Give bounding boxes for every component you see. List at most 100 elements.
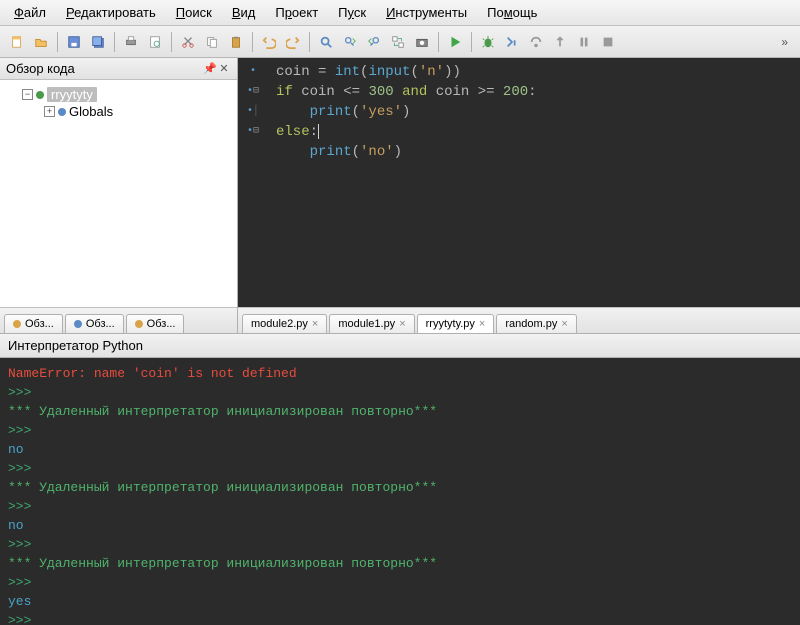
- console-line: >>>: [8, 497, 792, 516]
- close-tab-icon[interactable]: ×: [312, 318, 318, 330]
- expand-icon[interactable]: +: [44, 106, 55, 117]
- paste-button[interactable]: [225, 31, 247, 53]
- code-browser-header: Обзор кода 📌 ✕: [0, 58, 237, 80]
- copy-button[interactable]: [201, 31, 223, 53]
- toolbar-overflow[interactable]: »: [775, 35, 794, 49]
- separator: [171, 32, 172, 52]
- editor-tab[interactable]: random.py ×: [496, 314, 576, 333]
- console-line: no: [8, 516, 792, 535]
- debug-button[interactable]: [477, 31, 499, 53]
- menubar: ФайлРедактироватьПоискВидПроектПускИнстр…: [0, 0, 800, 26]
- editor-tab[interactable]: rryytyty.py ×: [417, 314, 495, 333]
- menu-помощь[interactable]: Помощь: [477, 2, 547, 23]
- menu-проект[interactable]: Проект: [265, 2, 328, 23]
- save-all-button[interactable]: [87, 31, 109, 53]
- editor-gutter: ⊟ │ ⊟: [238, 58, 268, 307]
- step-out-button[interactable]: [549, 31, 571, 53]
- editor-tab[interactable]: module2.py ×: [242, 314, 327, 333]
- main-area: Обзор кода 📌 ✕ − rryytyty + Globals Обз.…: [0, 58, 800, 334]
- left-tab-label: Обз...: [25, 318, 54, 330]
- separator: [114, 32, 115, 52]
- close-tab-icon[interactable]: ×: [561, 318, 567, 330]
- separator: [252, 32, 253, 52]
- redo-button[interactable]: [282, 31, 304, 53]
- close-icon[interactable]: ✕: [217, 62, 231, 75]
- editor-tab-label: random.py: [505, 318, 557, 330]
- console-line: *** Удаленный интерпретатор инициализиро…: [8, 402, 792, 421]
- main-toolbar: »: [0, 26, 800, 58]
- tree-root-node[interactable]: − rryytyty: [4, 86, 233, 103]
- console-line: >>>: [8, 383, 792, 402]
- code-browser-panel: Обзор кода 📌 ✕ − rryytyty + Globals Обз.…: [0, 58, 238, 333]
- separator: [57, 32, 58, 52]
- save-button[interactable]: [63, 31, 85, 53]
- separator: [438, 32, 439, 52]
- console-line: NameError: name 'coin' is not defined: [8, 364, 792, 383]
- editor-tab-label: module2.py: [251, 318, 308, 330]
- pause-button[interactable]: [573, 31, 595, 53]
- search-next-button[interactable]: [339, 31, 361, 53]
- editor-tab-label: module1.py: [338, 318, 395, 330]
- globals-icon: [58, 108, 66, 116]
- console-line: *** Удаленный интерпретатор инициализиро…: [8, 478, 792, 497]
- tab-icon: [13, 320, 21, 328]
- tree-root-label: rryytyty: [47, 87, 97, 102]
- search-back-button[interactable]: [363, 31, 385, 53]
- cut-button[interactable]: [177, 31, 199, 53]
- console-line: yes: [8, 592, 792, 611]
- interpreter-header: Интерпретатор Python: [0, 334, 800, 358]
- tree-child-node[interactable]: + Globals: [4, 103, 233, 120]
- open-file-button[interactable]: [30, 31, 52, 53]
- console-line: >>>: [8, 573, 792, 592]
- console-line: *** Удаленный интерпретатор инициализиро…: [8, 554, 792, 573]
- code-browser-title: Обзор кода: [6, 61, 203, 76]
- screenshot-button[interactable]: [411, 31, 433, 53]
- interpreter-title: Интерпретатор Python: [8, 338, 143, 353]
- left-panel-tabs: Обз... Обз... Обз...: [0, 307, 237, 333]
- separator: [471, 32, 472, 52]
- left-tab-3[interactable]: Обз...: [126, 314, 185, 333]
- left-tab-label: Обз...: [86, 318, 115, 330]
- left-tab-label: Обз...: [147, 318, 176, 330]
- preview-button[interactable]: [144, 31, 166, 53]
- menu-редактировать[interactable]: Редактировать: [56, 2, 166, 23]
- interpreter-console[interactable]: NameError: name 'coin' is not defined>>>…: [0, 358, 800, 625]
- console-line: >>>: [8, 459, 792, 478]
- code-content[interactable]: coin = int(input('n')) if coin <= 300 an…: [268, 58, 545, 307]
- module-icon: [36, 91, 44, 99]
- menu-поиск[interactable]: Поиск: [166, 2, 222, 23]
- tab-icon: [74, 320, 82, 328]
- pin-icon[interactable]: 📌: [203, 62, 217, 75]
- console-line: >>>: [8, 421, 792, 440]
- console-line: >>>: [8, 535, 792, 554]
- search-button[interactable]: [315, 31, 337, 53]
- close-tab-icon[interactable]: ×: [399, 318, 405, 330]
- menu-вид[interactable]: Вид: [222, 2, 266, 23]
- tab-icon: [135, 320, 143, 328]
- stop-button[interactable]: [597, 31, 619, 53]
- tree-child-label: Globals: [69, 104, 113, 119]
- undo-button[interactable]: [258, 31, 280, 53]
- code-tree[interactable]: − rryytyty + Globals: [0, 80, 237, 307]
- menu-инструменты[interactable]: Инструменты: [376, 2, 477, 23]
- menu-пуск[interactable]: Пуск: [328, 2, 376, 23]
- menu-файл[interactable]: Файл: [4, 2, 56, 23]
- separator: [309, 32, 310, 52]
- step-over-button[interactable]: [525, 31, 547, 53]
- close-tab-icon[interactable]: ×: [479, 318, 485, 330]
- console-line: no: [8, 440, 792, 459]
- editor-tab-label: rryytyty.py: [426, 318, 475, 330]
- step-into-button[interactable]: [501, 31, 523, 53]
- console-line: >>>: [8, 611, 792, 625]
- left-tab-2[interactable]: Обз...: [65, 314, 124, 333]
- collapse-icon[interactable]: −: [22, 89, 33, 100]
- editor-tabs: module2.py×module1.py×rryytyty.py×random…: [238, 307, 800, 333]
- replace-button[interactable]: [387, 31, 409, 53]
- editor-tab[interactable]: module1.py ×: [329, 314, 414, 333]
- editor-area: ⊟ │ ⊟ coin = int(input('n')) if coin <= …: [238, 58, 800, 333]
- run-button[interactable]: [444, 31, 466, 53]
- code-editor[interactable]: ⊟ │ ⊟ coin = int(input('n')) if coin <= …: [238, 58, 800, 307]
- print-button[interactable]: [120, 31, 142, 53]
- left-tab-1[interactable]: Обз...: [4, 314, 63, 333]
- new-file-button[interactable]: [6, 31, 28, 53]
